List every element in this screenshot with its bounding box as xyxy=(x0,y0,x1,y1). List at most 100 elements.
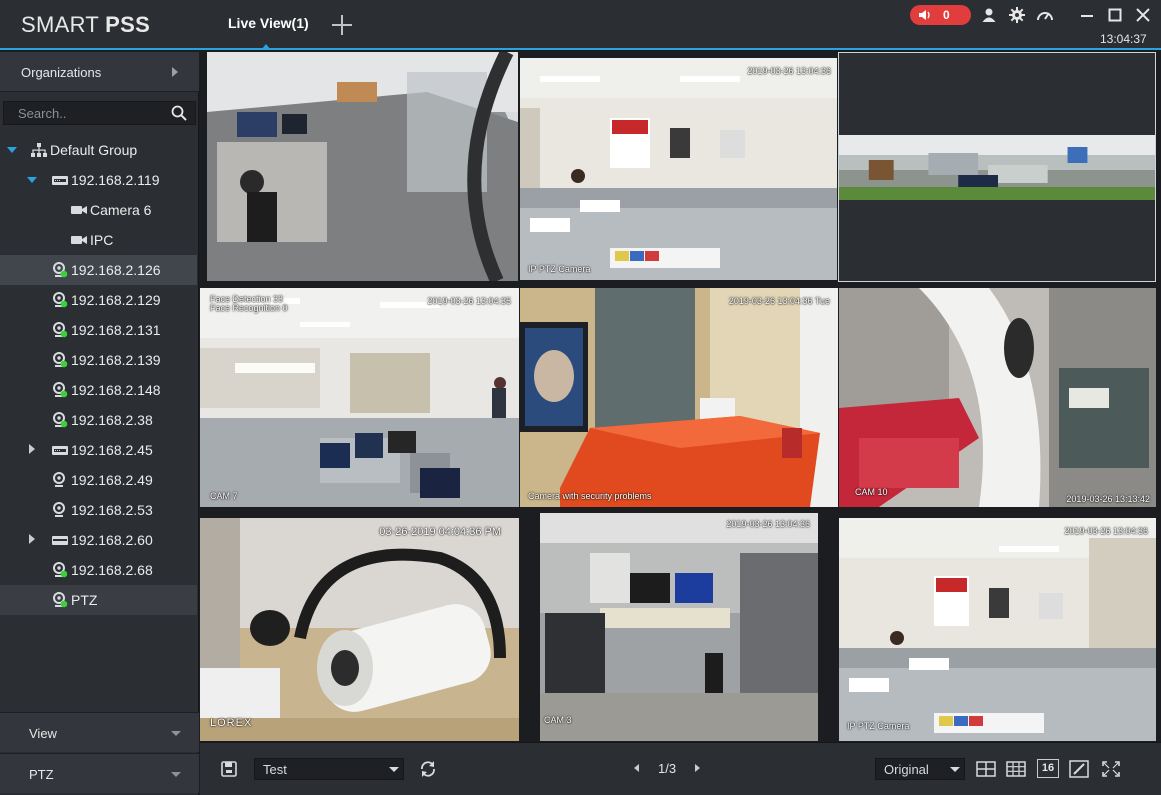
video-timestamp: 2019-03-26 13:13:42 xyxy=(1066,494,1150,504)
tree-item-label: 192.168.2.60 xyxy=(71,532,153,548)
tree-item-ipc[interactable]: 192.168.2.129 xyxy=(0,285,197,315)
user-icon[interactable] xyxy=(980,6,998,24)
view-select[interactable]: Test xyxy=(254,758,404,780)
video-timestamp: 2019-03-26 13:04:36 xyxy=(1064,526,1148,536)
tree-item-label: PTZ xyxy=(71,592,98,608)
tree-item-nvr[interactable]: 192.168.2.60 xyxy=(0,525,197,555)
video-tile[interactable]: 2019-03-26 13:04:36 Tue Camera with secu… xyxy=(520,288,838,507)
video-channel-name: CAM 7 xyxy=(210,491,238,501)
organizations-header[interactable]: Organizations xyxy=(0,52,199,92)
tree-item-label: 192.168.2.45 xyxy=(71,442,153,458)
expand-right-icon[interactable] xyxy=(29,444,35,454)
tab-active-indicator xyxy=(261,44,271,50)
video-feed xyxy=(207,52,518,281)
video-channel-name: IP PTZ Camera xyxy=(528,264,591,274)
close-icon[interactable] xyxy=(1134,6,1152,24)
search-icon[interactable] xyxy=(171,105,187,121)
tree-item-ipc[interactable]: 192.168.2.126 xyxy=(0,255,197,285)
tree-item-channel[interactable]: IPC xyxy=(0,225,197,255)
next-page-icon[interactable] xyxy=(695,764,700,772)
layout-4-icon[interactable] xyxy=(976,760,996,778)
search-box xyxy=(3,101,196,125)
organizations-label: Organizations xyxy=(21,65,102,80)
face-recognition-counter: Face Recognition 0 xyxy=(210,303,288,313)
tab-live-view[interactable]: Live View(1) xyxy=(228,15,309,31)
tree-item-label: 192.168.2.68 xyxy=(71,562,153,578)
group-icon xyxy=(31,143,47,157)
tree-item-ipc[interactable]: 192.168.2.148 xyxy=(0,375,197,405)
video-tile[interactable]: Face Detection 33 Face Recognition 0 201… xyxy=(200,288,519,507)
title-bar: SMART PSS Live View(1) 0 13:04:37 xyxy=(0,0,1161,50)
previous-page-icon[interactable] xyxy=(634,764,639,772)
refresh-icon[interactable] xyxy=(419,760,437,778)
ipc-online-icon xyxy=(53,592,68,608)
tree-item-nvr[interactable]: 192.168.2.119 xyxy=(0,165,197,195)
video-tile[interactable]: 2019-03-26 13:04:36 IP PTZ Camera xyxy=(520,58,837,280)
video-tile[interactable]: 2019-03-26 13:04:36 CAM 3 xyxy=(540,513,818,741)
stream-select[interactable]: Original xyxy=(875,758,965,780)
expand-down-icon[interactable] xyxy=(27,177,37,183)
video-timestamp: 2019-03-26 13:04:36 xyxy=(747,66,831,76)
expand-right-icon[interactable] xyxy=(29,534,35,544)
video-timestamp: 2019-03-26 13:04:36 xyxy=(726,519,810,529)
fullscreen-icon[interactable] xyxy=(1101,760,1121,778)
layout-9-icon[interactable] xyxy=(1006,760,1026,778)
tree-item-label: 192.168.2.129 xyxy=(71,292,161,308)
tree-item-nvr[interactable]: 192.168.2.45 xyxy=(0,435,197,465)
expand-down-icon[interactable] xyxy=(7,147,17,153)
ipc-online-icon xyxy=(53,262,68,278)
video-tile[interactable] xyxy=(838,52,1156,282)
video-tile[interactable] xyxy=(207,52,518,281)
video-channel-name: CAM 10 xyxy=(855,487,888,497)
camera-icon xyxy=(71,236,87,244)
tree-item-label: 192.168.2.139 xyxy=(71,352,161,368)
tree-item-label: 192.168.2.131 xyxy=(71,322,161,338)
tree-item-default-group[interactable]: Default Group xyxy=(0,135,197,165)
gear-icon[interactable] xyxy=(1008,6,1026,24)
ipc-online-icon xyxy=(53,352,68,368)
minimize-icon[interactable] xyxy=(1078,6,1096,24)
video-channel-name: Camera with security problems xyxy=(528,491,652,501)
add-tab-icon[interactable] xyxy=(330,13,354,37)
save-view-icon[interactable] xyxy=(220,760,238,778)
video-channel-name: IP PTZ Camera xyxy=(847,721,910,731)
chevron-right-icon xyxy=(172,67,178,77)
performance-gauge-icon[interactable] xyxy=(1036,6,1054,24)
alarm-badge[interactable]: 0 xyxy=(910,5,971,25)
ipc-online-icon xyxy=(53,322,68,338)
tree-item-channel[interactable]: Camera 6 xyxy=(0,195,197,225)
alarm-count: 0 xyxy=(943,8,950,22)
tree-item-label: 192.168.2.119 xyxy=(71,172,160,188)
search-input[interactable] xyxy=(4,102,164,124)
tree-item-label: 192.168.2.126 xyxy=(71,262,161,278)
tree-item-ipc[interactable]: 192.168.2.68 xyxy=(0,555,197,585)
custom-layout-edit-icon[interactable] xyxy=(1069,760,1089,778)
tree-item-ipc[interactable]: 192.168.2.49 xyxy=(0,465,197,495)
ptz-panel-header[interactable]: PTZ xyxy=(0,753,199,793)
maximize-icon[interactable] xyxy=(1106,6,1124,24)
ptz-label: PTZ xyxy=(29,767,54,782)
tree-item-ipc[interactable]: 192.168.2.38 xyxy=(0,405,197,435)
ipc-online-icon xyxy=(53,292,68,308)
device-sidebar: Organizations Default Group 192.168.2.11… xyxy=(0,52,199,795)
video-feed xyxy=(839,518,1156,741)
view-select-value: Test xyxy=(263,762,287,777)
tree-item-label: 192.168.2.38 xyxy=(71,412,153,428)
video-tile[interactable]: CAM 10 2019-03-26 13:13:42 xyxy=(839,288,1156,507)
layout-16-button[interactable]: 16 xyxy=(1037,759,1059,778)
view-panel-header[interactable]: View xyxy=(0,712,199,752)
video-tile[interactable]: 03-26-2019 04:04:36 PM LOREX xyxy=(200,518,519,741)
ipc-online-icon xyxy=(53,412,68,428)
video-tile[interactable]: 2019-03-26 13:04:36 IP PTZ Camera xyxy=(839,518,1156,741)
camera-icon xyxy=(71,206,87,214)
tree-item-label: 192.168.2.148 xyxy=(71,382,161,398)
system-clock: 13:04:37 xyxy=(1100,32,1147,46)
video-timestamp: 2019-03-26 13:04:35 xyxy=(427,296,511,306)
tree-item-ptz[interactable]: PTZ xyxy=(0,585,197,615)
tree-item-label: 192.168.2.49 xyxy=(71,472,153,488)
video-feed xyxy=(839,288,1156,507)
tree-item-ipc[interactable]: 192.168.2.139 xyxy=(0,345,197,375)
tree-item-ipc[interactable]: 192.168.2.53 xyxy=(0,495,197,525)
page-indicator: 1/3 xyxy=(658,761,677,776)
tree-item-ipc[interactable]: 192.168.2.131 xyxy=(0,315,197,345)
